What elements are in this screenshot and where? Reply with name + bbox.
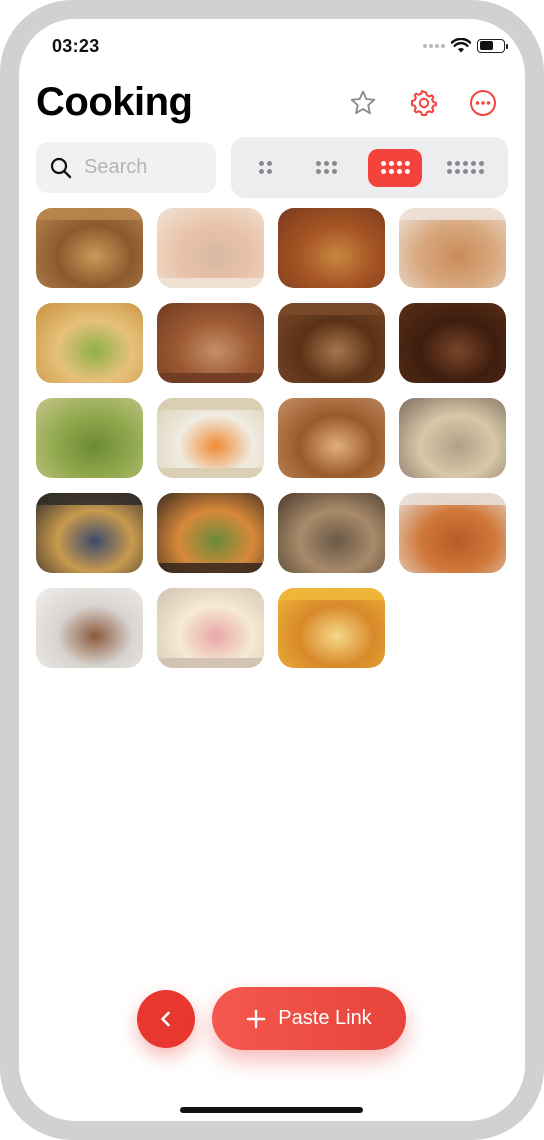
- grid-2-icon: [258, 161, 272, 174]
- battery-icon: [477, 38, 508, 53]
- more-options-button[interactable]: [466, 86, 500, 120]
- recipe-photo: [157, 208, 264, 288]
- recipe-photo: [399, 398, 506, 478]
- plus-icon: [247, 1009, 266, 1028]
- chevron-left-icon: [161, 1011, 170, 1027]
- recipe-tile-rye-bread-loaf[interactable]: [278, 493, 385, 573]
- device-frame: 03:23 Cooking Search Paste Link: [0, 0, 544, 1140]
- recipe-photo: [157, 398, 264, 478]
- recipe-tile-pulled-chicken-slider[interactable]: [36, 303, 143, 383]
- recipe-tile-roast-pork-tenderloin-vegetables[interactable]: [36, 208, 143, 288]
- recipe-photo: [278, 303, 385, 383]
- app-screen: 03:23 Cooking Search Paste Link: [19, 19, 525, 1121]
- recipe-tile-pancakes-butter[interactable]: [278, 588, 385, 668]
- recipe-photo: [157, 303, 264, 383]
- recipe-photo: [36, 588, 143, 668]
- favorites-button[interactable]: [346, 86, 380, 120]
- star-icon: [350, 90, 376, 115]
- recipe-photo: [399, 303, 506, 383]
- status-indicators: [423, 38, 508, 53]
- recipe-tile-pretzel-bars[interactable]: [278, 303, 385, 383]
- search-field[interactable]: [36, 142, 216, 193]
- recipe-tile-curry-rice-skillet[interactable]: [36, 493, 143, 573]
- recipe-tile-tiramisu-slice[interactable]: [36, 588, 143, 668]
- grid-5-columns-option[interactable]: [438, 149, 494, 187]
- recipe-photo: [36, 398, 143, 478]
- wifi-icon: [451, 38, 471, 53]
- grid-3-columns-option[interactable]: [301, 149, 353, 187]
- recipe-grid: [36, 208, 508, 668]
- recipe-photo: [36, 303, 143, 383]
- page-title: Cooking: [36, 80, 193, 124]
- recipe-photo: [399, 208, 506, 288]
- recipe-photo: [36, 493, 143, 573]
- status-time: 03:23: [52, 36, 100, 56]
- paste-link-label: Paste Link: [278, 1007, 372, 1029]
- search-icon: [50, 157, 72, 178]
- cellular-signal-icon: [423, 43, 445, 48]
- recipe-photo: [278, 208, 385, 288]
- recipe-photo: [157, 588, 264, 668]
- recipe-tile-cheesecake[interactable]: [157, 588, 264, 668]
- more-icon: [470, 90, 496, 116]
- recipe-photo: [399, 493, 506, 573]
- recipe-tile-chocolate-loaf-cake[interactable]: [399, 303, 506, 383]
- recipe-photo: [278, 398, 385, 478]
- recipe-photo: [36, 208, 143, 288]
- gear-icon: [411, 90, 437, 116]
- recipe-tile-iced-coffee-frappe[interactable]: [399, 208, 506, 288]
- grid-5-icon: [447, 161, 485, 174]
- recipe-tile-fried-chicken-cutlet[interactable]: [278, 398, 385, 478]
- grid-2-columns-option[interactable]: [245, 149, 285, 187]
- paste-link-button[interactable]: Paste Link: [212, 987, 406, 1050]
- recipe-photo: [278, 588, 385, 668]
- settings-button[interactable]: [407, 86, 441, 120]
- grid-4-columns-option[interactable]: [368, 148, 423, 187]
- recipe-tile-stuffed-cabbage-rolls[interactable]: [399, 398, 506, 478]
- recipe-tile-brussels-sprouts[interactable]: [36, 398, 143, 478]
- recipe-photo: [157, 493, 264, 573]
- recipe-tile-shrimp-noodles[interactable]: [157, 493, 264, 573]
- search-input[interactable]: [82, 155, 206, 180]
- recipe-tile-pork-chop-mushrooms[interactable]: [157, 303, 264, 383]
- grid-3-icon: [316, 161, 338, 174]
- recipe-photo: [278, 493, 385, 573]
- back-button[interactable]: [137, 990, 195, 1048]
- recipe-tile-risotto-tomatoes[interactable]: [157, 398, 264, 478]
- recipe-tile-baked-lasagna[interactable]: [399, 493, 506, 573]
- grid-4-icon: [380, 161, 410, 174]
- home-indicator: [180, 1107, 363, 1113]
- grid-size-selector: [231, 137, 508, 198]
- recipe-tile-glazed-sliders[interactable]: [278, 208, 385, 288]
- recipe-tile-peach-cocktail[interactable]: [157, 208, 264, 288]
